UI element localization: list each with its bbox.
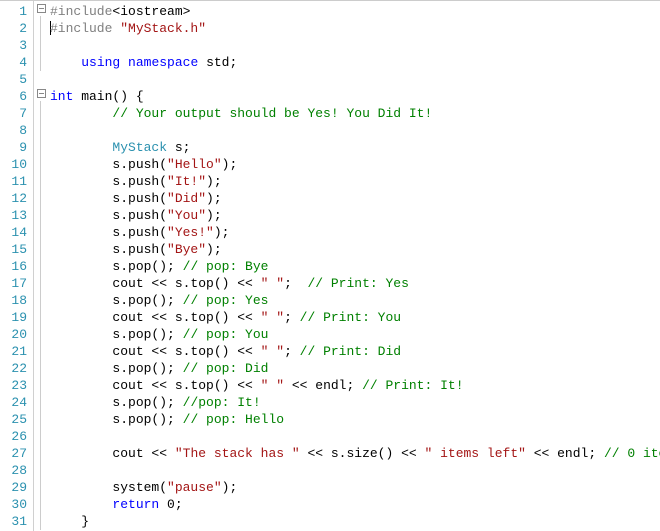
code-line[interactable]: s.pop(); // pop: Hello [50,411,660,428]
code-editor[interactable]: 1234567891011121314151617181920212223242… [0,1,660,531]
fold-marker[interactable] [34,3,48,20]
fold-marker [34,190,48,207]
line-number: 18 [0,292,33,309]
code-line[interactable]: s.push("Did"); [50,190,660,207]
code-line[interactable]: cout << "The stack has " << s.size() << … [50,445,660,462]
code-line[interactable] [50,37,660,54]
fold-marker [34,411,48,428]
collapse-icon[interactable] [37,89,46,98]
fold-marker [34,513,48,530]
line-number: 23 [0,377,33,394]
fold-marker [34,326,48,343]
line-number: 16 [0,258,33,275]
fold-marker [34,445,48,462]
line-number: 27 [0,445,33,462]
code-line[interactable]: } [50,513,660,530]
line-number: 29 [0,479,33,496]
line-number: 2 [0,20,33,37]
fold-marker [34,37,48,54]
line-number: 5 [0,71,33,88]
line-number: 13 [0,207,33,224]
line-number: 21 [0,343,33,360]
fold-marker [34,20,48,37]
line-number: 10 [0,156,33,173]
code-line[interactable]: s.pop(); // pop: Bye [50,258,660,275]
code-line[interactable]: int main() { [50,88,660,105]
fold-marker [34,207,48,224]
fold-column[interactable] [34,1,48,531]
line-number: 6 [0,88,33,105]
code-line[interactable]: s.pop(); // pop: You [50,326,660,343]
code-line[interactable]: cout << s.top() << " "; // Print: Did [50,343,660,360]
code-line[interactable] [50,71,660,88]
line-number: 22 [0,360,33,377]
collapse-icon[interactable] [37,4,46,13]
fold-marker [34,71,48,88]
fold-marker [34,360,48,377]
fold-marker [34,479,48,496]
fold-marker [34,139,48,156]
line-number: 14 [0,224,33,241]
line-number: 4 [0,54,33,71]
code-line[interactable]: s.push("Bye"); [50,241,660,258]
fold-marker [34,462,48,479]
code-line[interactable]: cout << s.top() << " "; // Print: You [50,309,660,326]
code-line[interactable]: // Your output should be Yes! You Did It… [50,105,660,122]
line-number: 7 [0,105,33,122]
fold-marker [34,241,48,258]
code-line[interactable]: s.pop(); //pop: It! [50,394,660,411]
fold-marker [34,377,48,394]
fold-marker [34,275,48,292]
fold-marker [34,173,48,190]
line-number: 24 [0,394,33,411]
line-number-gutter: 1234567891011121314151617181920212223242… [0,1,34,531]
code-area[interactable]: #include<iostream>#include "MyStack.h" u… [48,1,660,531]
line-number: 15 [0,241,33,258]
fold-marker [34,105,48,122]
fold-marker [34,292,48,309]
fold-marker [34,224,48,241]
code-line[interactable]: s.pop(); // pop: Did [50,360,660,377]
code-line[interactable]: cout << s.top() << " " << endl; // Print… [50,377,660,394]
code-line[interactable]: return 0; [50,496,660,513]
line-number: 12 [0,190,33,207]
code-line[interactable]: s.pop(); // pop: Yes [50,292,660,309]
code-line[interactable]: cout << s.top() << " "; // Print: Yes [50,275,660,292]
fold-marker [34,122,48,139]
line-number: 20 [0,326,33,343]
line-number: 28 [0,462,33,479]
code-line[interactable]: #include<iostream> [50,3,660,20]
code-line[interactable]: MyStack s; [50,139,660,156]
fold-marker [34,343,48,360]
code-line[interactable]: using namespace std; [50,54,660,71]
fold-marker[interactable] [34,88,48,105]
line-number: 1 [0,3,33,20]
line-number: 8 [0,122,33,139]
line-number: 17 [0,275,33,292]
fold-marker [34,258,48,275]
fold-marker [34,428,48,445]
line-number: 19 [0,309,33,326]
code-line[interactable] [50,122,660,139]
fold-marker [34,496,48,513]
line-number: 9 [0,139,33,156]
code-line[interactable]: s.push("Yes!"); [50,224,660,241]
code-line[interactable]: #include "MyStack.h" [50,20,660,37]
code-line[interactable]: system("pause"); [50,479,660,496]
line-number: 25 [0,411,33,428]
code-line[interactable] [50,462,660,479]
code-line[interactable]: s.push("It!"); [50,173,660,190]
line-number: 11 [0,173,33,190]
fold-marker [34,54,48,71]
line-number: 31 [0,513,33,530]
line-number: 30 [0,496,33,513]
line-number: 3 [0,37,33,54]
line-number: 26 [0,428,33,445]
fold-marker [34,156,48,173]
code-line[interactable]: s.push("Hello"); [50,156,660,173]
fold-marker [34,309,48,326]
code-line[interactable] [50,428,660,445]
fold-marker [34,394,48,411]
code-line[interactable]: s.push("You"); [50,207,660,224]
